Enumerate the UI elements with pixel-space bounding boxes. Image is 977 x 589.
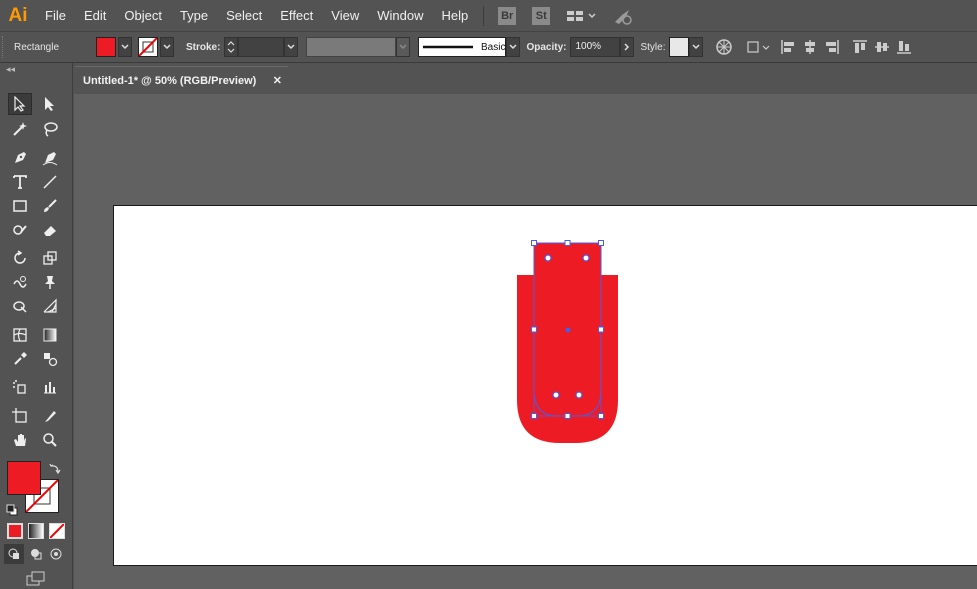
bbox-handle-middle-left[interactable] (531, 326, 537, 333)
artwork-layer (517, 240, 618, 443)
bbox-handle-bottom-middle[interactable] (564, 413, 571, 419)
corner-widget-bottom-left[interactable] (552, 391, 560, 399)
bbox-handle-top-middle[interactable] (564, 240, 571, 246)
corner-widget-top-left[interactable] (544, 254, 552, 262)
fill-color-box[interactable] (7, 461, 41, 495)
bbox-handle-bottom-right[interactable] (598, 413, 604, 419)
corner-widget-top-right[interactable] (582, 254, 590, 262)
bbox-handle-top-right[interactable] (598, 240, 604, 246)
bbox-handle-top-left[interactable] (531, 240, 537, 246)
bbox-handle-bottom-left[interactable] (531, 413, 537, 419)
center-point (565, 327, 571, 333)
corner-widget-bottom-right[interactable] (575, 391, 583, 399)
bbox-handle-middle-right[interactable] (598, 326, 604, 333)
